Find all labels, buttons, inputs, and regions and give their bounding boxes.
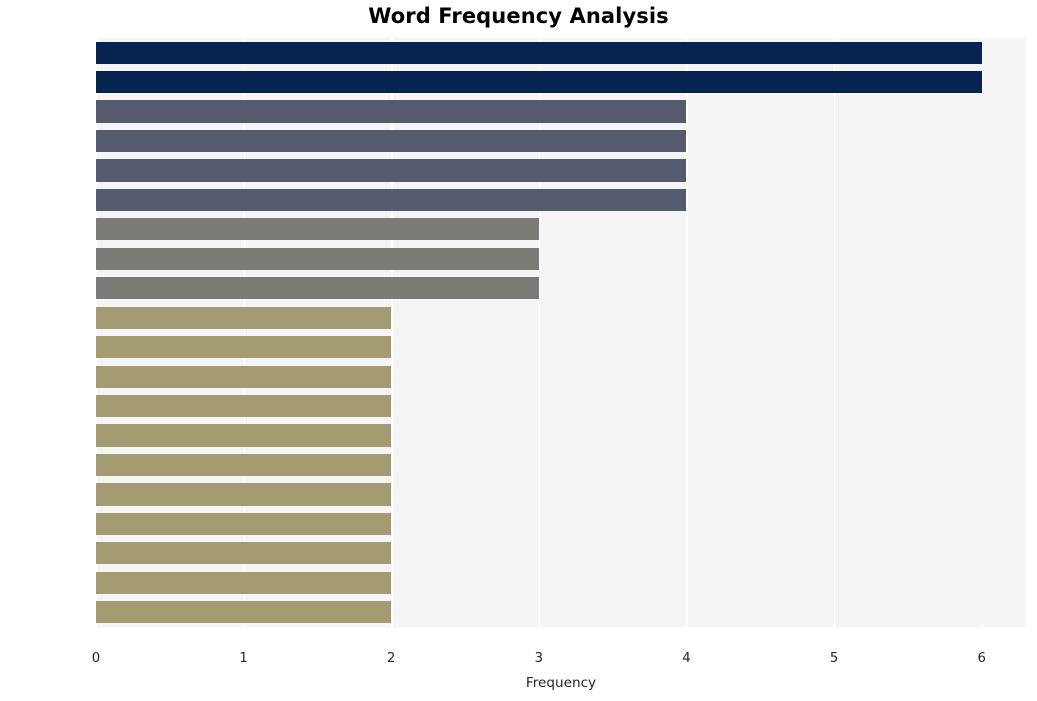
page-title: Word Frequency Analysis <box>368 4 669 28</box>
bar-threat[interactable] <box>96 542 392 565</box>
bar-automation[interactable] <box>96 247 539 270</box>
bar-row <box>96 156 1026 185</box>
bar-row <box>96 333 1026 362</box>
bar-security[interactable] <box>96 41 982 64</box>
bar-row <box>96 391 1026 420</box>
x-tick-3: 3 <box>534 651 544 666</box>
bar-tracecat[interactable] <box>96 100 687 123</box>
x-tick-6: 6 <box>977 651 986 666</box>
x-axis-label: Frequency <box>525 675 597 691</box>
bar-row <box>96 450 1026 479</box>
bar-open[interactable] <box>96 218 539 241</box>
bar-row <box>96 480 1026 509</box>
bar-row <box>96 598 1026 627</box>
bar-row <box>96 421 1026 450</box>
bar-best[interactable] <box>96 453 392 477</box>
bar-row <box>96 303 1026 332</box>
bar-feature[interactable] <box>96 394 392 418</box>
bar-row <box>96 215 1026 244</box>
x-tick-2: 2 <box>387 651 396 666</box>
bar-alert[interactable] <box>96 188 687 212</box>
bar-row <box>96 244 1026 273</box>
bar-evidence[interactable] <box>96 512 392 535</box>
bar-row <box>96 539 1026 568</box>
bar-row <box>96 362 1026 391</box>
bar-workflows[interactable] <box>96 159 687 182</box>
bar-day[interactable] <box>96 424 392 447</box>
bar-build[interactable] <box>96 277 539 300</box>
bar-case[interactable] <box>96 71 982 94</box>
bar-row <box>96 509 1026 538</box>
x-tick-0: 0 <box>91 651 101 666</box>
bar-developers[interactable] <box>96 365 392 388</box>
bar-intel[interactable] <box>96 571 392 594</box>
bar-row <box>96 126 1026 155</box>
x-tick-1: 1 <box>239 651 248 666</box>
plot-area <box>96 38 1026 627</box>
bar-label[interactable] <box>96 483 392 506</box>
bar-team[interactable] <box>96 129 687 153</box>
bar-row <box>96 97 1026 126</box>
bar-row <box>96 67 1026 96</box>
bar-platform[interactable] <box>96 336 392 359</box>
bar-row <box>96 568 1026 597</box>
bar-row <box>96 185 1026 214</box>
bar-mitre[interactable] <box>96 601 392 624</box>
bar-row <box>96 38 1026 67</box>
chart-figure: Word Frequency Analysis securitycasetrac… <box>0 0 1037 701</box>
x-tick-4: 4 <box>682 651 691 666</box>
bar-row <box>96 274 1026 303</box>
bar-source[interactable] <box>96 306 392 329</box>
x-tick-5: 5 <box>829 651 839 666</box>
